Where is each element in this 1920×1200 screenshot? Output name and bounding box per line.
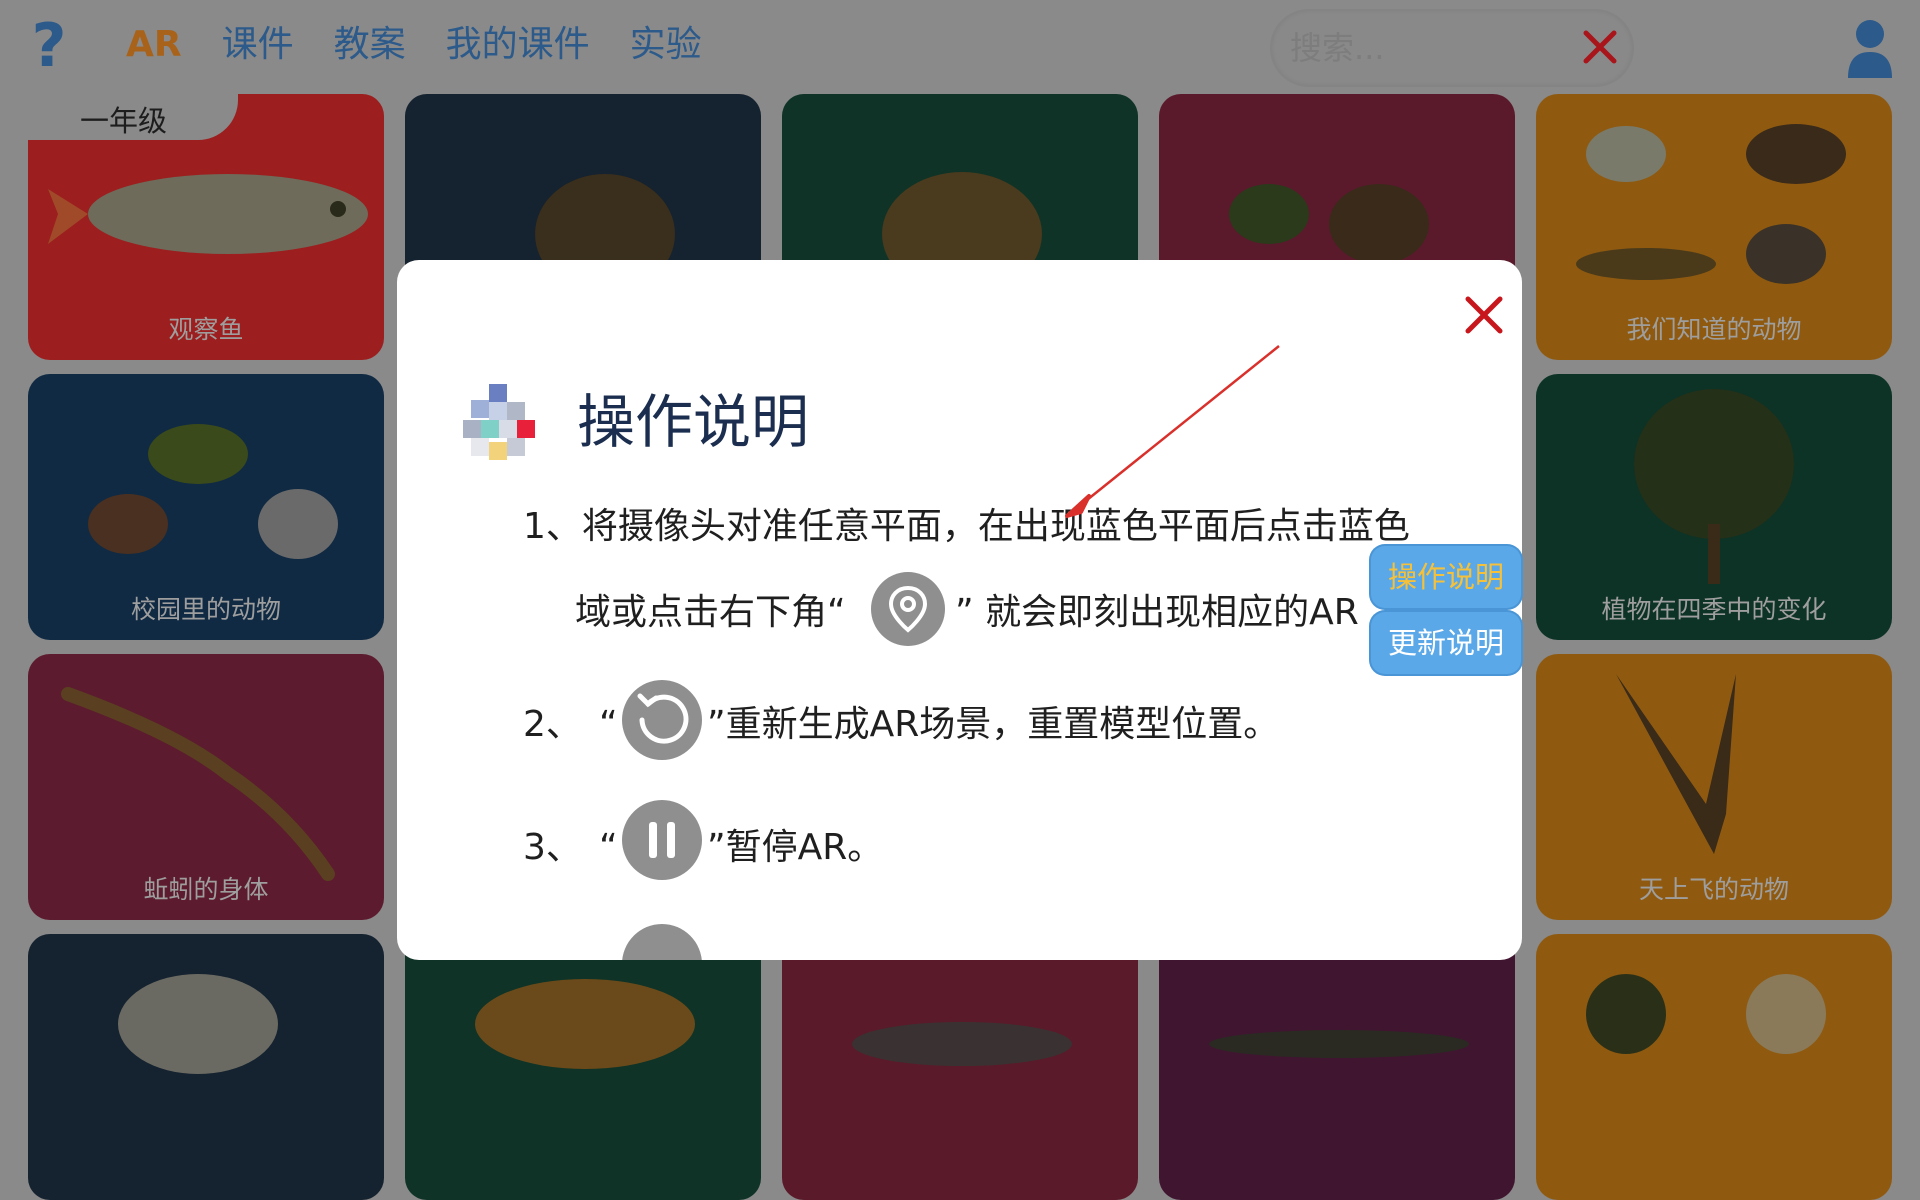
nav-tab-experiments[interactable]: 实验 [630,20,702,70]
update-notes-button[interactable]: 更新说明 [1371,612,1521,674]
card-label: 植物在四季中的变化 [1601,595,1827,624]
card-label: 观察鱼 [168,315,244,344]
crocodile-image [1209,1030,1469,1058]
card-flowers[interactable] [1536,934,1892,1200]
step-4-icon [622,924,702,960]
step-1-line-2a: 域或点击右下角“ [575,592,846,633]
step-2-number: 2、 [523,704,582,745]
step-2-text: ”重新生成AR场景，重置模型位置。 [707,704,1280,745]
grade-tab[interactable]: 一年级 [28,94,238,140]
location-pin-icon [871,572,945,646]
card-label: 校园里的动物 [130,595,281,624]
close-icon[interactable] [1457,288,1511,342]
reset-icon [622,680,702,760]
search-box [1272,11,1632,85]
user-icon[interactable] [1846,16,1894,80]
help-icon[interactable]: ? [26,14,72,78]
close-icon[interactable] [1572,17,1628,77]
step-3-text: ”暂停AR。 [707,827,884,868]
cube-logo-icon [463,384,535,460]
card-flying-animals[interactable]: 天上飞的动物 [1536,654,1892,920]
card-earthworm-body[interactable]: 蚯蚓的身体 [28,654,384,920]
step-3-open-quote: “ [599,827,618,868]
nav-tab-lesson-plans[interactable]: 教案 [334,20,406,70]
card-campus-animals[interactable]: 校园里的动物 [28,374,384,640]
card-label: 天上飞的动物 [1638,875,1789,904]
instructions-button[interactable]: 操作说明 [1371,546,1521,608]
search-input[interactable] [1288,25,1572,71]
dialog-title: 操作说明 [577,388,810,456]
step-2-open-quote: “ [599,704,618,745]
step-1-line-2b: ” 就会即刻出现相应的AR [955,592,1359,633]
shark-image [852,1022,1072,1066]
main-nav: AR 课件 教案 我的课件 实验 [126,20,702,70]
card-label: 我们知道的动物 [1626,315,1802,344]
nav-tab-ar[interactable]: AR [126,20,182,70]
instructions-dialog: 操作说明 1、将摄像头对准任意平面，在出现蓝色平面后点击蓝色 域或点击右下角“ … [397,260,1522,960]
card-label: 蚯蚓的身体 [143,875,269,904]
top-bar: ? AR 课件 教案 我的课件 实验 [0,0,1920,92]
card-plant-seasons[interactable]: 植物在四季中的变化 [1536,374,1892,640]
sheep-image [118,974,278,1074]
grade-tab-label: 一年级 [80,104,168,138]
step-1-line-1: 1、将摄像头对准任意平面，在出现蓝色平面后点击蓝色 [523,506,1410,547]
tiger-image [475,979,695,1069]
pause-icon [622,800,702,880]
step-3-number: 3、 [523,827,582,868]
card-crocodile[interactable] [1159,934,1515,1200]
nav-tab-my-courseware[interactable]: 我的课件 [446,20,590,70]
flowers-image [1586,974,1826,1054]
card-sheep[interactable] [28,934,384,1200]
nav-tab-courseware[interactable]: 课件 [222,20,294,70]
card-animals-we-know[interactable]: 我们知道的动物 [1536,94,1892,360]
card-tiger[interactable] [405,934,761,1200]
card-shark[interactable] [782,934,1138,1200]
